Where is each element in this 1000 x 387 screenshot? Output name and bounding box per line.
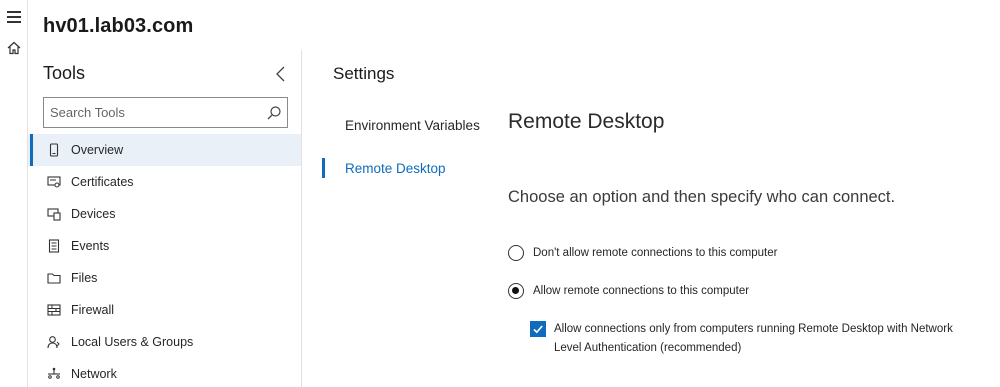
- tools-heading: Tools: [43, 63, 86, 83]
- tool-list: Overview Certificates Devices Events Fil…: [28, 134, 301, 387]
- server-icon: [47, 143, 61, 157]
- firewall-icon: [47, 303, 61, 317]
- content-title: Remote Desktop: [508, 110, 665, 133]
- chevron-left-icon[interactable]: [274, 65, 288, 83]
- page-title: hv01.lab03.com: [43, 15, 194, 37]
- folder-icon: [47, 271, 61, 285]
- tool-item-label: Firewall: [71, 303, 115, 317]
- home-icon[interactable]: [6, 40, 22, 56]
- users-icon: [47, 335, 61, 349]
- events-icon: [47, 239, 61, 253]
- nla-checkbox[interactable]: [530, 321, 546, 337]
- settings-nav-remote-desktop[interactable]: Remote Desktop: [322, 147, 492, 190]
- tools-panel: Tools Overview Certificates Devices: [28, 50, 302, 387]
- tool-item-label: Certificates: [71, 175, 134, 189]
- devices-icon: [47, 207, 61, 221]
- certificate-icon: [47, 175, 61, 189]
- tool-item-label: Local Users & Groups: [71, 335, 194, 349]
- search-tools-input[interactable]: [44, 98, 254, 127]
- tool-item-overview[interactable]: Overview: [28, 134, 301, 166]
- tool-item-certificates[interactable]: Certificates: [28, 166, 301, 198]
- tool-item-label: Devices: [71, 207, 116, 221]
- tool-item-label: Events: [71, 239, 110, 253]
- radio-allow-remote[interactable]: Allow remote connections to this compute…: [508, 283, 749, 299]
- tool-item-local-users-groups[interactable]: Local Users & Groups: [28, 326, 301, 358]
- search-tools-box: [43, 97, 288, 128]
- tool-item-files[interactable]: Files: [28, 262, 301, 294]
- radio-button[interactable]: [508, 283, 524, 299]
- hamburger-menu-icon[interactable]: [7, 11, 21, 23]
- network-icon: [47, 367, 61, 381]
- content-subtitle: Choose an option and then specify who ca…: [508, 188, 896, 206]
- tool-item-network[interactable]: Network: [28, 358, 301, 387]
- nla-checkbox-label: Allow connections only from computers ru…: [554, 323, 953, 354]
- radio-disallow-remote[interactable]: Don't allow remote connections to this c…: [508, 245, 777, 261]
- radio-button[interactable]: [508, 245, 524, 261]
- tool-item-label: Network: [71, 367, 117, 381]
- nla-checkbox-row[interactable]: Allow connections only from computers ru…: [530, 320, 974, 358]
- tool-item-events[interactable]: Events: [28, 230, 301, 262]
- checkmark-icon: [533, 325, 543, 334]
- left-rail: [0, 0, 28, 387]
- settings-nav: Environment Variables Remote Desktop: [322, 104, 492, 190]
- tool-item-label: Files: [71, 271, 98, 285]
- radio-label: Allow remote connections to this compute…: [533, 285, 750, 297]
- tool-item-label: Overview: [71, 143, 124, 157]
- tool-item-devices[interactable]: Devices: [28, 198, 301, 230]
- search-icon[interactable]: [266, 105, 282, 121]
- settings-heading: Settings: [333, 64, 395, 83]
- radio-label: Don't allow remote connections to this c…: [533, 247, 778, 259]
- tool-item-firewall[interactable]: Firewall: [28, 294, 301, 326]
- settings-nav-environment-variables[interactable]: Environment Variables: [322, 104, 492, 147]
